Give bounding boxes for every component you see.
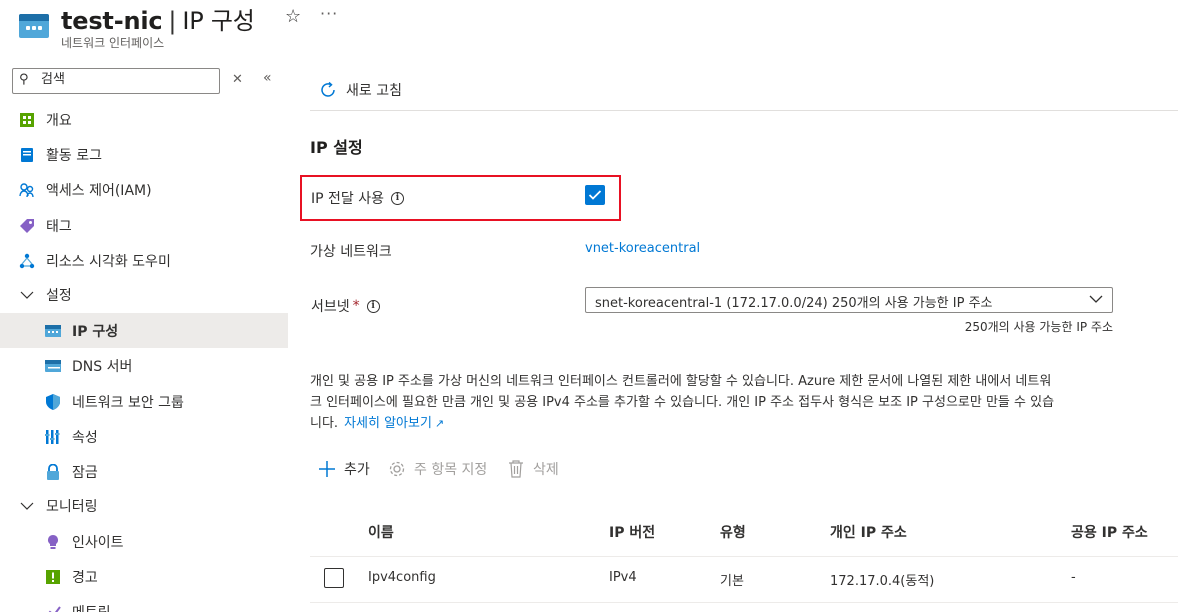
sidebar-group-label: 설정	[46, 287, 72, 304]
learn-more-link[interactable]: 자세히 알아보기 ↗	[344, 416, 444, 431]
type-cell: 기본	[720, 574, 744, 589]
sidebar-item-label: 경고	[72, 569, 98, 586]
table-header-divider	[310, 556, 1178, 557]
ip-forwarding-label: IP 전달 사용 i	[311, 188, 404, 208]
refresh-button[interactable]: 새로 고침	[318, 80, 402, 100]
sidebar-item-dns[interactable]: DNS 서버	[0, 348, 288, 383]
sidebar-item-label: DNS 서버	[72, 358, 133, 375]
sidebar-item-metrics[interactable]: 메트릭	[0, 594, 288, 612]
column-header-type[interactable]: 유형	[720, 522, 746, 542]
column-header-private-ip[interactable]: 개인 IP 주소	[830, 522, 907, 542]
insights-icon	[45, 534, 61, 550]
sidebar-group-label: 모니터링	[46, 498, 98, 515]
metrics-icon	[45, 604, 61, 612]
sidebar-group-settings[interactable]: 설정	[0, 277, 288, 312]
table-row-divider	[310, 602, 1178, 603]
vnet-label: 가상 네트워크	[310, 244, 392, 260]
sidebar-item-ip-config[interactable]: IP 구성	[0, 313, 288, 348]
info-icon[interactable]: i	[391, 191, 404, 205]
column-header-public-ip[interactable]: 공용 IP 주소	[1071, 522, 1148, 542]
chevron-down-icon	[19, 287, 35, 303]
star-icon[interactable]: ☆	[285, 6, 301, 27]
sidebar-item-label: 개요	[46, 112, 72, 129]
sidebar-item-tags[interactable]: 태그	[0, 208, 288, 243]
refresh-label: 새로 고침	[346, 83, 402, 99]
gear-icon	[388, 460, 406, 478]
collapse-sidebar-icon[interactable]: «	[263, 70, 272, 86]
subnet-selected-value: snet-koreacentral-1 (172.17.0.0/24) 250개…	[595, 296, 993, 311]
column-header-ip-version[interactable]: IP 버전	[609, 522, 655, 542]
network-interface-icon	[19, 14, 49, 38]
search-icon: ⚲	[19, 72, 29, 87]
add-button[interactable]: 추가	[318, 459, 370, 479]
delete-button[interactable]: 삭제	[507, 459, 559, 479]
sidebar-item-visualizer[interactable]: 리소스 시각화 도우미	[0, 243, 288, 278]
refresh-icon	[318, 80, 338, 100]
page-title: test-nic | IP 구성	[61, 7, 255, 35]
search-input[interactable]	[41, 72, 211, 87]
tag-icon	[19, 218, 35, 234]
subnet-dropdown[interactable]: snet-koreacentral-1 (172.17.0.0/24) 250개…	[585, 287, 1113, 313]
sidebar-item-insights[interactable]: 인사이트	[0, 524, 288, 559]
dns-icon	[45, 358, 61, 374]
vnet-link[interactable]: vnet-koreacentral	[585, 241, 700, 256]
required-marker: *	[352, 298, 360, 314]
column-header-name[interactable]: 이름	[368, 522, 394, 542]
visualizer-icon	[19, 253, 35, 269]
sidebar-item-label: 메트릭	[72, 602, 111, 612]
chevron-down-icon	[19, 498, 35, 514]
resource-type: 네트워크 인터페이스	[61, 36, 165, 50]
alert-icon	[45, 569, 61, 585]
plus-icon	[318, 460, 336, 478]
make-primary-button[interactable]: 주 항목 지정	[388, 459, 487, 479]
sidebar-item-properties[interactable]: 속성	[0, 419, 288, 454]
sidebar-item-label: IP 구성	[72, 323, 119, 340]
activity-log-icon	[19, 147, 35, 163]
ip-forwarding-checkbox[interactable]	[585, 185, 605, 205]
sidebar-search[interactable]: ⚲	[12, 68, 220, 94]
ip-config-name-link[interactable]: Ipv4config	[368, 570, 436, 585]
sidebar-item-iam[interactable]: 액세스 제어(IAM)	[0, 172, 288, 207]
sidebar-item-overview[interactable]: 개요	[0, 102, 288, 137]
subnet-label: 서브넷 * i	[311, 296, 380, 316]
sidebar-item-nsg[interactable]: 네트워크 보안 그룹	[0, 384, 288, 419]
toolbar-divider	[310, 110, 1178, 111]
lock-icon	[45, 463, 61, 480]
shield-icon	[45, 393, 61, 410]
sidebar-item-activity-log[interactable]: 활동 로그	[0, 137, 288, 172]
ip-version-cell: IPv4	[609, 570, 637, 585]
sidebar-item-label: 리소스 시각화 도우미	[46, 253, 171, 270]
sidebar-item-label: 속성	[72, 429, 98, 446]
chevron-down-icon	[1088, 292, 1104, 310]
subnet-available-hint: 250개의 사용 가능한 IP 주소	[964, 320, 1113, 334]
external-link-icon: ↗	[434, 417, 445, 430]
people-icon	[19, 182, 35, 198]
trash-icon	[507, 460, 525, 478]
more-icon[interactable]: ···	[320, 4, 338, 23]
sidebar-item-label: 활동 로그	[46, 147, 102, 164]
sidebar-item-label: 태그	[46, 218, 72, 235]
sidebar-item-label: 인사이트	[72, 534, 124, 551]
sidebar-item-locks[interactable]: 잠금	[0, 454, 288, 489]
sidebar-group-monitoring[interactable]: 모니터링	[0, 488, 288, 523]
private-ip-cell: 172.17.0.4(동적)	[830, 574, 935, 589]
sidebar-item-label: 잠금	[72, 464, 98, 481]
ip-settings-title: IP 설정	[310, 138, 363, 157]
overview-icon	[19, 112, 35, 128]
sidebar-item-label: 네트워크 보안 그룹	[72, 394, 184, 411]
properties-icon	[45, 429, 61, 445]
public-ip-cell: -	[1071, 570, 1076, 585]
info-icon[interactable]: i	[366, 299, 380, 313]
ip-config-icon	[45, 323, 61, 339]
ip-config-description: 개인 및 공용 IP 주소를 가상 머신의 네트워크 인터페이스 컨트롤러에 할…	[310, 374, 1055, 431]
clear-search-icon[interactable]: ✕	[232, 72, 243, 87]
sidebar-item-label: 액세스 제어(IAM)	[46, 182, 152, 199]
sidebar-item-alerts[interactable]: 경고	[0, 559, 288, 594]
row-checkbox[interactable]	[324, 568, 344, 588]
